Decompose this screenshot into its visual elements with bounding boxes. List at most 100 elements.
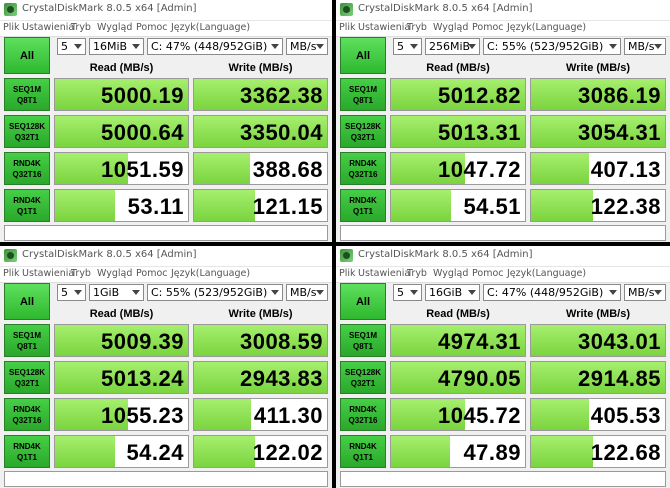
unit-select[interactable]: MB/s	[286, 38, 328, 55]
menu-item-language[interactable]: Język(Language)	[171, 268, 250, 279]
test-size-value: 1GiB	[93, 286, 120, 299]
menu-item-plik[interactable]: Plik	[3, 268, 20, 279]
test-button[interactable]: RND4K Q32T16	[4, 152, 50, 185]
test-size-select[interactable]: 256MiB	[425, 38, 480, 55]
unit-value: MB/s	[290, 40, 317, 53]
test-size-value: 16MiB	[93, 40, 128, 53]
menu-item-wyglad[interactable]: Wygląd	[433, 22, 468, 33]
chevron-down-icon	[132, 290, 140, 295]
status-bar[interactable]	[4, 471, 328, 487]
result-row: RND4K Q32T16 1045.72 405.53	[340, 398, 666, 431]
title-bar[interactable]: CrystalDiskMark 8.0.5 x64 [Admin]	[336, 0, 670, 21]
unit-select[interactable]: MB/s	[286, 284, 328, 301]
write-bar	[194, 153, 250, 184]
menu-item-wyglad[interactable]: Wygląd	[433, 268, 468, 279]
test-button[interactable]: SEQ128K Q32T1	[4, 361, 50, 394]
menu-item-plik[interactable]: Plik	[3, 22, 20, 33]
test-button[interactable]: RND4K Q32T16	[4, 398, 50, 431]
menu-item-wyglad[interactable]: Wygląd	[97, 268, 132, 279]
all-button[interactable]: All	[4, 283, 50, 320]
menu-item-plik[interactable]: Plik	[339, 268, 356, 279]
menu-item-ustawienia[interactable]: Ustawienia	[22, 22, 74, 33]
result-row: RND4K Q1T1 54.24 122.02	[4, 435, 328, 468]
menu-item-tryb[interactable]: Tryb	[407, 268, 427, 279]
menu-item-language[interactable]: Język(Language)	[171, 22, 250, 33]
read-result: 5013.31	[390, 115, 526, 148]
test-button[interactable]: SEQ1M Q8T1	[340, 324, 386, 357]
test-name: RND4K	[349, 442, 377, 451]
menu-item-pomoc[interactable]: Pomoc	[136, 22, 168, 33]
write-value: 122.02	[252, 440, 323, 465]
write-result: 411.30	[193, 398, 328, 431]
test-count-select[interactable]: 5	[393, 38, 422, 55]
test-button[interactable]: SEQ128K Q32T1	[340, 361, 386, 394]
status-bar[interactable]	[340, 225, 666, 241]
title-bar[interactable]: CrystalDiskMark 8.0.5 x64 [Admin]	[0, 0, 332, 21]
unit-select[interactable]: MB/s	[624, 284, 666, 301]
drive-select[interactable]: C: 47% (448/952GiB)	[483, 284, 621, 301]
read-value: 47.89	[463, 440, 521, 465]
menu-item-ustawienia[interactable]: Ustawienia	[358, 268, 410, 279]
menu-item-language[interactable]: Język(Language)	[507, 268, 586, 279]
menu-item-pomoc[interactable]: Pomoc	[136, 268, 168, 279]
menu-item-ustawienia[interactable]: Ustawienia	[22, 268, 74, 279]
test-size-select[interactable]: 16GiB	[425, 284, 480, 301]
menu-item-tryb[interactable]: Tryb	[71, 268, 91, 279]
menu-bar: Plik Ustawienia Tryb Wygląd Pomoc Język(…	[0, 21, 332, 37]
menu-item-pomoc[interactable]: Pomoc	[472, 22, 504, 33]
menu-item-language[interactable]: Język(Language)	[507, 22, 586, 33]
write-result: 3086.19	[530, 78, 666, 111]
result-row: RND4K Q32T16 1055.23 411.30	[4, 398, 328, 431]
unit-select[interactable]: MB/s	[624, 38, 666, 55]
result-row: SEQ128K Q32T1 4790.05 2914.85	[340, 361, 666, 394]
test-name: SEQ1M	[12, 331, 41, 340]
test-button[interactable]: RND4K Q1T1	[4, 435, 50, 468]
test-button[interactable]: RND4K Q1T1	[340, 189, 386, 222]
test-button[interactable]: SEQ1M Q8T1	[4, 324, 50, 357]
result-row: SEQ128K Q32T1 5000.64 3350.04	[4, 115, 328, 148]
drive-value: C: 55% (523/952GiB)	[151, 286, 268, 299]
test-name: RND4K	[13, 405, 41, 414]
drive-select[interactable]: C: 55% (523/952GiB)	[483, 38, 621, 55]
unit-value: MB/s	[290, 286, 317, 299]
all-button[interactable]: All	[340, 283, 386, 320]
test-params: Q32T16	[12, 170, 42, 179]
test-count-select[interactable]: 5	[57, 284, 86, 301]
test-size-select[interactable]: 1GiB	[89, 284, 144, 301]
write-value: 411.30	[253, 403, 323, 428]
test-size-select[interactable]: 16MiB	[89, 38, 144, 55]
test-button[interactable]: SEQ1M Q8T1	[4, 78, 50, 111]
title-bar[interactable]: CrystalDiskMark 8.0.5 x64 [Admin]	[336, 246, 670, 267]
menu-item-pomoc[interactable]: Pomoc	[472, 268, 504, 279]
all-button[interactable]: All	[4, 37, 50, 74]
all-button[interactable]: All	[340, 37, 386, 74]
write-bar	[531, 153, 589, 184]
test-button[interactable]: SEQ128K Q32T1	[4, 115, 50, 148]
test-count-select[interactable]: 5	[57, 38, 86, 55]
status-bar[interactable]	[340, 471, 666, 487]
test-button[interactable]: RND4K Q32T16	[340, 398, 386, 431]
test-name: RND4K	[13, 159, 41, 168]
read-value: 1045.72	[437, 403, 521, 428]
menu-item-plik[interactable]: Plik	[339, 22, 356, 33]
drive-select[interactable]: C: 47% (448/952GiB)	[147, 38, 283, 55]
test-button[interactable]: RND4K Q32T16	[340, 152, 386, 185]
result-row: RND4K Q32T16 1047.72 407.13	[340, 152, 666, 185]
menu-item-wyglad[interactable]: Wygląd	[97, 22, 132, 33]
drive-value: C: 47% (448/952GiB)	[151, 40, 268, 53]
unit-value: MB/s	[628, 40, 655, 53]
read-value: 1051.59	[100, 157, 184, 182]
test-count-select[interactable]: 5	[393, 284, 422, 301]
test-button[interactable]: SEQ128K Q32T1	[340, 115, 386, 148]
write-result: 405.53	[530, 398, 666, 431]
status-bar[interactable]	[4, 225, 328, 241]
drive-select[interactable]: C: 55% (523/952GiB)	[147, 284, 283, 301]
menu-item-tryb[interactable]: Tryb	[71, 22, 91, 33]
test-button[interactable]: SEQ1M Q8T1	[340, 78, 386, 111]
test-button[interactable]: RND4K Q1T1	[4, 189, 50, 222]
test-button[interactable]: RND4K Q1T1	[340, 435, 386, 468]
menu-item-tryb[interactable]: Tryb	[407, 22, 427, 33]
menu-item-ustawienia[interactable]: Ustawienia	[358, 22, 410, 33]
test-name: SEQ1M	[348, 331, 377, 340]
title-bar[interactable]: CrystalDiskMark 8.0.5 x64 [Admin]	[0, 246, 332, 267]
